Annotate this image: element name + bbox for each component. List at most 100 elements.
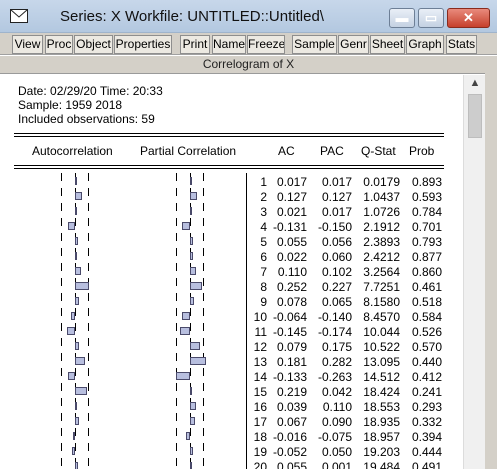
row-q: 3.2564 [363,265,400,279]
row-ac: 0.252 [276,280,307,294]
row-p: 0.584 [411,310,442,324]
pac-header: PAC [320,144,344,158]
minimize-button[interactable]: ▬ [389,8,415,28]
row-lag: 19 [253,445,267,459]
table-row: 6 0.022 0.060 2.4212 0.877 [0,249,463,264]
row-p: 0.394 [411,430,442,444]
window-title: Series: X Workfile: UNTITLED::Untitled\ [60,8,324,25]
graph-button[interactable]: Graph [406,35,444,54]
row-p: 0.241 [411,385,442,399]
divider-mid-2 [14,168,444,169]
row-ac: 0.219 [276,385,307,399]
row-pac: -0.263 [317,370,352,384]
row-q: 18.957 [363,430,400,444]
row-ac: 0.078 [276,295,307,309]
maximize-icon: ▭ [424,10,438,25]
row-p: 0.491 [411,460,442,469]
row-q: 18.424 [363,385,400,399]
row-p: 0.877 [411,250,442,264]
table-row: 5 0.055 0.056 2.3893 0.793 [0,234,463,249]
view-button[interactable]: View [12,35,43,54]
date-line: Date: 02/29/20 Time: 20:33 [18,84,163,98]
stats-button[interactable]: Stats [446,35,477,54]
table-row: 19 -0.052 0.050 19.203 0.444 [0,444,463,459]
table-row: 4 -0.131 -0.150 2.1912 0.701 [0,219,463,234]
table-row: 12 0.079 0.175 10.522 0.570 [0,339,463,354]
autocorrelation-header: Autocorrelation [32,144,113,158]
partial-correlation-header: Partial Correlation [140,144,237,158]
row-p: 0.440 [411,355,442,369]
sample-button[interactable]: Sample [292,35,337,54]
table-row: 10 -0.064 -0.140 8.4570 0.584 [0,309,463,324]
observations-line: Included observations: 59 [18,112,155,126]
row-pac: -0.174 [317,325,352,339]
correlogram-output: Date: 02/29/20 Time: 20:33 Sample: 1959 … [0,75,463,469]
row-ac: 0.022 [276,250,307,264]
row-q: 0.0179 [363,175,400,189]
row-lag: 9 [260,295,267,309]
row-p: 0.293 [411,400,442,414]
row-ac: 0.110 [277,265,307,279]
table-row: 17 0.067 0.090 18.935 0.332 [0,414,463,429]
correlogram-table: 1 0.017 0.017 0.0179 0.893 2 0.127 0.127 1.0437 0… [0,173,463,469]
row-p: 0.793 [411,235,442,249]
row-ac: 0.055 [276,460,307,469]
scroll-up-icon[interactable]: ▲ [464,77,486,93]
sheet-button[interactable]: Sheet [370,35,405,54]
row-ac: -0.145 [272,325,307,339]
print-button[interactable]: Print [180,35,210,54]
row-ac: -0.016 [272,430,307,444]
row-p: 0.526 [411,325,442,339]
genr-button[interactable]: Genr [338,35,369,54]
row-p: 0.593 [411,190,442,204]
properties-button[interactable]: Properties [114,35,172,54]
freeze-button[interactable]: Freeze [247,35,285,54]
sample-line: Sample: 1959 2018 [18,98,123,112]
row-ac: -0.131 [272,220,307,234]
row-ac: 0.021 [276,205,307,219]
row-lag: 3 [260,205,267,219]
table-row: 16 0.039 0.110 18.553 0.293 [0,399,463,414]
scrollbar-thumb[interactable] [468,94,482,138]
row-ac: -0.133 [272,370,307,384]
row-pac: 0.102 [321,265,352,279]
row-pac: 0.065 [321,295,352,309]
maximize-button[interactable]: ▭ [418,8,444,28]
row-ac: 0.127 [276,190,307,204]
row-p: 0.332 [411,415,442,429]
divider-top-2 [14,136,444,137]
row-p: 0.518 [411,295,442,309]
row-pac: 0.001 [321,460,352,469]
row-ac: 0.067 [276,415,307,429]
row-p: 0.444 [411,445,442,459]
envelope-icon [10,9,28,23]
row-ac: 0.039 [276,400,307,414]
row-pac: 0.056 [321,235,352,249]
row-p: 0.893 [411,175,442,189]
row-lag: 1 [260,175,267,189]
table-row: 3 0.021 0.017 1.0726 0.784 [0,204,463,219]
row-q: 8.1580 [363,295,400,309]
toolbar: View Proc Object Properties Print Name F… [0,33,497,55]
row-q: 2.1912 [363,220,400,234]
row-pac: -0.075 [317,430,352,444]
table-row: 15 0.219 0.042 18.424 0.241 [0,384,463,399]
row-lag: 8 [260,280,267,294]
row-lag: 12 [253,340,267,354]
vertical-scrollbar[interactable]: ▲ [463,75,485,469]
minimize-icon: ▬ [395,10,409,25]
row-p: 0.784 [411,205,442,219]
row-pac: -0.150 [317,220,352,234]
row-pac: 0.060 [321,250,352,264]
name-button[interactable]: Name [212,35,246,54]
close-icon: ✕ [463,10,474,25]
row-lag: 6 [260,250,267,264]
table-row: 14 -0.133 -0.263 14.512 0.412 [0,369,463,384]
proc-button[interactable]: Proc [45,35,73,54]
row-q: 1.0726 [363,205,400,219]
row-q: 10.522 [363,340,400,354]
object-button[interactable]: Object [74,35,113,54]
row-lag: 16 [253,400,267,414]
close-button[interactable]: ✕ [447,8,490,28]
title-bar[interactable]: Series: X Workfile: UNTITLED::Untitled\ … [0,0,497,33]
